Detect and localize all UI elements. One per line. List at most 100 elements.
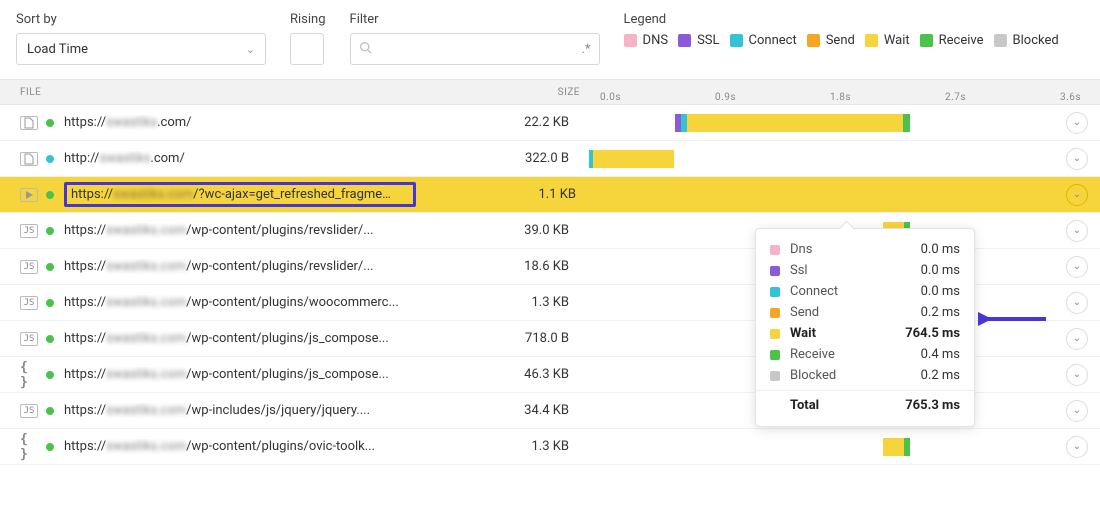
filter-input[interactable] bbox=[378, 42, 582, 57]
expand-button[interactable]: ⌄ bbox=[1066, 292, 1088, 314]
curly-icon: { } bbox=[20, 368, 38, 382]
swatch-wait-icon bbox=[770, 329, 780, 339]
js-icon: JS bbox=[20, 224, 38, 238]
timing-tooltip: Dns0.0 ms Ssl0.0 ms Connect0.0 ms Send0.… bbox=[755, 228, 975, 427]
table-row[interactable]: https://swastiks.com/22.2 KB⌄ bbox=[0, 105, 1100, 141]
expand-button[interactable]: ⌄ bbox=[1066, 112, 1088, 134]
segment-receive bbox=[904, 438, 910, 456]
status-dot bbox=[46, 371, 54, 379]
expand-button[interactable]: ⌄ bbox=[1066, 184, 1088, 206]
header-file: FILE bbox=[20, 87, 420, 98]
legend-text-receive: Receive bbox=[939, 33, 984, 48]
legend: Legend DNS SSL Connect Send Wait Receive… bbox=[624, 12, 1063, 48]
segment-wait bbox=[687, 114, 903, 132]
chevron-down-icon: ⌄ bbox=[246, 43, 255, 56]
tooltip-row-receive: Receive0.4 ms bbox=[756, 344, 974, 365]
js-icon: JS bbox=[20, 332, 38, 346]
legend-text-ssl: SSL bbox=[697, 33, 719, 48]
timing-bar bbox=[675, 114, 910, 132]
swatch-receive-icon bbox=[770, 350, 780, 360]
status-dot bbox=[46, 227, 54, 235]
sort-control: Sort by Load Time ⌄ bbox=[16, 12, 266, 65]
expand-button[interactable]: ⌄ bbox=[1066, 400, 1088, 422]
status-dot bbox=[46, 299, 54, 307]
filter-control: Filter .* bbox=[350, 12, 600, 65]
legend-swatch-ssl bbox=[678, 34, 691, 47]
request-size: 718.0 B bbox=[409, 331, 589, 346]
request-url: http://swastiks.com/ bbox=[64, 151, 409, 166]
sort-value: Load Time bbox=[27, 42, 88, 57]
expand-button[interactable]: ⌄ bbox=[1066, 148, 1088, 170]
request-url: https://swastiks.com/wp-content/plugins/… bbox=[64, 259, 409, 274]
doc-icon bbox=[20, 116, 38, 130]
chevron-down-icon: ⌄ bbox=[1073, 189, 1081, 200]
legend-swatch-send bbox=[807, 34, 820, 47]
request-size: 1.3 KB bbox=[409, 295, 589, 310]
request-url: https://swastiks.com/wp-content/plugins/… bbox=[64, 295, 409, 310]
request-url: https://swastiks.com/wp-content/plugins/… bbox=[64, 367, 409, 382]
request-size: 46.3 KB bbox=[409, 367, 589, 382]
swatch-ssl-icon bbox=[770, 266, 780, 276]
timing-bar-area bbox=[589, 105, 1058, 140]
request-size: 1.3 KB bbox=[409, 439, 589, 454]
request-size: 1.1 KB bbox=[416, 187, 596, 202]
request-size: 34.4 KB bbox=[409, 403, 589, 418]
legend-swatch-wait bbox=[865, 34, 878, 47]
legend-label: Legend bbox=[624, 12, 1063, 27]
expand-button[interactable]: ⌄ bbox=[1066, 364, 1088, 386]
swatch-blocked-icon bbox=[770, 371, 780, 381]
js-icon: JS bbox=[20, 404, 38, 418]
status-dot bbox=[46, 263, 54, 271]
chevron-down-icon: ⌄ bbox=[1073, 369, 1081, 380]
timing-bar-area bbox=[589, 141, 1058, 176]
chevron-down-icon: ⌄ bbox=[1073, 333, 1081, 344]
tooltip-row-dns: Dns0.0 ms bbox=[756, 239, 974, 260]
chevron-down-icon: ⌄ bbox=[1073, 441, 1081, 452]
rising-toggle[interactable] bbox=[290, 33, 324, 65]
expand-button[interactable]: ⌄ bbox=[1066, 220, 1088, 242]
request-url: https://swastiks.com/?wc-ajax=get_refres… bbox=[64, 182, 416, 207]
table-row[interactable]: http://swastiks.com/322.0 B⌄ bbox=[0, 141, 1100, 177]
legend-text-send: Send bbox=[826, 33, 855, 48]
rising-control: Rising bbox=[290, 12, 326, 65]
segment-receive bbox=[903, 114, 910, 132]
status-dot bbox=[46, 119, 54, 127]
expand-button[interactable]: ⌄ bbox=[1066, 328, 1088, 350]
status-dot bbox=[46, 443, 54, 451]
request-url: https://swastiks.com/ bbox=[64, 115, 409, 130]
expand-button[interactable]: ⌄ bbox=[1066, 256, 1088, 278]
js-icon: JS bbox=[20, 296, 38, 310]
play-icon bbox=[20, 188, 38, 202]
curly-icon: { } bbox=[20, 440, 38, 454]
rising-label: Rising bbox=[290, 12, 326, 27]
sort-select[interactable]: Load Time ⌄ bbox=[16, 33, 266, 65]
swatch-dns-icon bbox=[770, 245, 780, 255]
legend-text-blocked: Blocked bbox=[1013, 33, 1059, 48]
segment-wait bbox=[883, 438, 905, 456]
swatch-send-icon bbox=[770, 308, 780, 318]
filter-label: Filter bbox=[350, 12, 600, 27]
regex-icon[interactable]: .* bbox=[582, 42, 591, 57]
header-size: SIZE bbox=[420, 87, 600, 98]
tooltip-row-connect: Connect0.0 ms bbox=[756, 281, 974, 302]
legend-text-connect: Connect bbox=[749, 33, 797, 48]
request-url: https://swastiks.com/wp-content/plugins/… bbox=[64, 439, 409, 454]
chevron-down-icon: ⌄ bbox=[1073, 225, 1081, 236]
filter-input-wrap[interactable]: .* bbox=[350, 33, 600, 65]
legend-swatch-receive bbox=[920, 34, 933, 47]
search-icon bbox=[359, 41, 372, 58]
table-header: FILE SIZE 0.0s0.9s1.8s2.7s3.6s bbox=[0, 79, 1100, 105]
chevron-down-icon: ⌄ bbox=[1073, 261, 1081, 272]
chevron-down-icon: ⌄ bbox=[1073, 153, 1081, 164]
legend-text-dns: DNS bbox=[643, 33, 669, 48]
tooltip-row-send: Send0.2 ms bbox=[756, 302, 974, 323]
table-row[interactable]: { } https://swastiks.com/wp-content/plugi… bbox=[0, 429, 1100, 465]
status-dot bbox=[46, 191, 54, 199]
timing-bar bbox=[596, 186, 1021, 204]
expand-button[interactable]: ⌄ bbox=[1066, 436, 1088, 458]
tooltip-row-total: Total765.3 ms bbox=[756, 390, 974, 416]
request-size: 39.0 KB bbox=[409, 223, 589, 238]
legend-swatch-connect bbox=[730, 34, 743, 47]
chevron-down-icon: ⌄ bbox=[1073, 117, 1081, 128]
table-row[interactable]: https://swastiks.com/?wc-ajax=get_refres… bbox=[0, 177, 1100, 213]
